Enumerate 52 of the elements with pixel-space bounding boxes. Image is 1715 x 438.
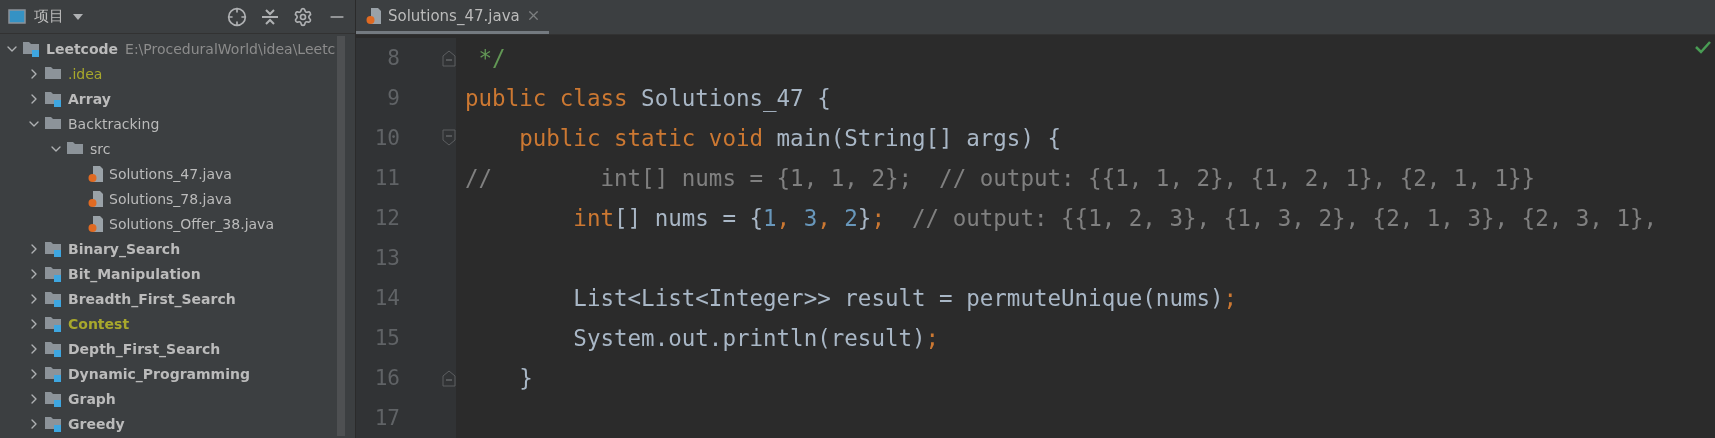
- settings-icon[interactable]: [293, 6, 313, 27]
- tree-item[interactable]: Breadth_First_Search: [0, 286, 355, 311]
- tree-item[interactable]: src: [0, 136, 355, 161]
- folder-icon: [44, 115, 63, 132]
- window-icon: [8, 9, 26, 24]
- tree-item[interactable]: Graph: [0, 386, 355, 411]
- module-folder-icon: [44, 390, 63, 407]
- module-folder-icon: [44, 265, 63, 282]
- tree-item[interactable]: Bit_Manipulation: [0, 261, 355, 286]
- locate-icon[interactable]: [227, 6, 247, 27]
- tree-item[interactable]: Solutions_Offer_38.java: [0, 211, 355, 236]
- module-folder-icon: [44, 415, 63, 432]
- check-icon: [1695, 40, 1711, 54]
- tree-item[interactable]: .idea: [0, 61, 355, 86]
- java-file-icon: [88, 189, 104, 208]
- folder-icon: [44, 65, 63, 82]
- tree-item[interactable]: Binary_Search: [0, 236, 355, 261]
- fold-marker-icon[interactable]: [442, 129, 456, 147]
- fold-marker-icon[interactable]: [442, 49, 456, 67]
- tree-item[interactable]: Array: [0, 86, 355, 111]
- module-folder-icon: [44, 365, 63, 382]
- collapse-all-icon[interactable]: [261, 6, 279, 27]
- code-line: // int[] nums = {1, 1, 2}; // output: {{1, 1, 2}, {1, 2, 1}, {2, 1, 1}}: [465, 165, 1536, 191]
- module-folder-icon: [44, 90, 63, 107]
- tree-item[interactable]: Depth_First_Search: [0, 336, 355, 361]
- module-folder-icon: [44, 315, 63, 332]
- java-file-icon: [88, 214, 104, 233]
- tree-item[interactable]: Leetcode E:\ProceduralWorld\idea\Leetc: [0, 36, 355, 61]
- code-line: int[] nums = {1, 3, 2}; // output: {{1, 2, 3}, {1, 3, 2}, {2, 1, 3}, {2, 3, 1},: [572, 205, 1658, 231]
- tree-item[interactable]: Contest: [0, 311, 355, 336]
- java-file-icon: [366, 6, 382, 25]
- project-path: E:\ProceduralWorld\idea\Leetc: [125, 40, 336, 57]
- tree-item[interactable]: Greedy: [0, 411, 355, 436]
- code-line: */: [477, 45, 506, 71]
- tree-item[interactable]: Dynamic_Programming: [0, 361, 355, 386]
- java-file-icon: [88, 164, 104, 183]
- tree-item[interactable]: Solutions_78.java: [0, 186, 355, 211]
- module-folder-icon: [44, 240, 63, 257]
- code-line: public class Solutions_47 {: [465, 85, 831, 111]
- module-folder-icon: [44, 290, 63, 307]
- tree-item[interactable]: Solutions_47.java: [0, 161, 355, 186]
- code-line: }: [518, 365, 533, 391]
- module-folder-icon: [44, 340, 63, 357]
- fold-marker-icon[interactable]: [442, 369, 456, 387]
- code-line: public static void main(String[] args) {: [518, 125, 1062, 151]
- module-folder-icon: [22, 40, 41, 57]
- code-line: System.out.println(result);: [572, 325, 940, 351]
- caret-icon[interactable]: [72, 12, 84, 21]
- tree-item[interactable]: Backtracking: [0, 111, 355, 136]
- panel-title[interactable]: 项目: [34, 7, 64, 26]
- folder-icon: [66, 140, 85, 157]
- code-line: List<List<Integer>> result = permuteUnique(nums);: [572, 285, 1238, 311]
